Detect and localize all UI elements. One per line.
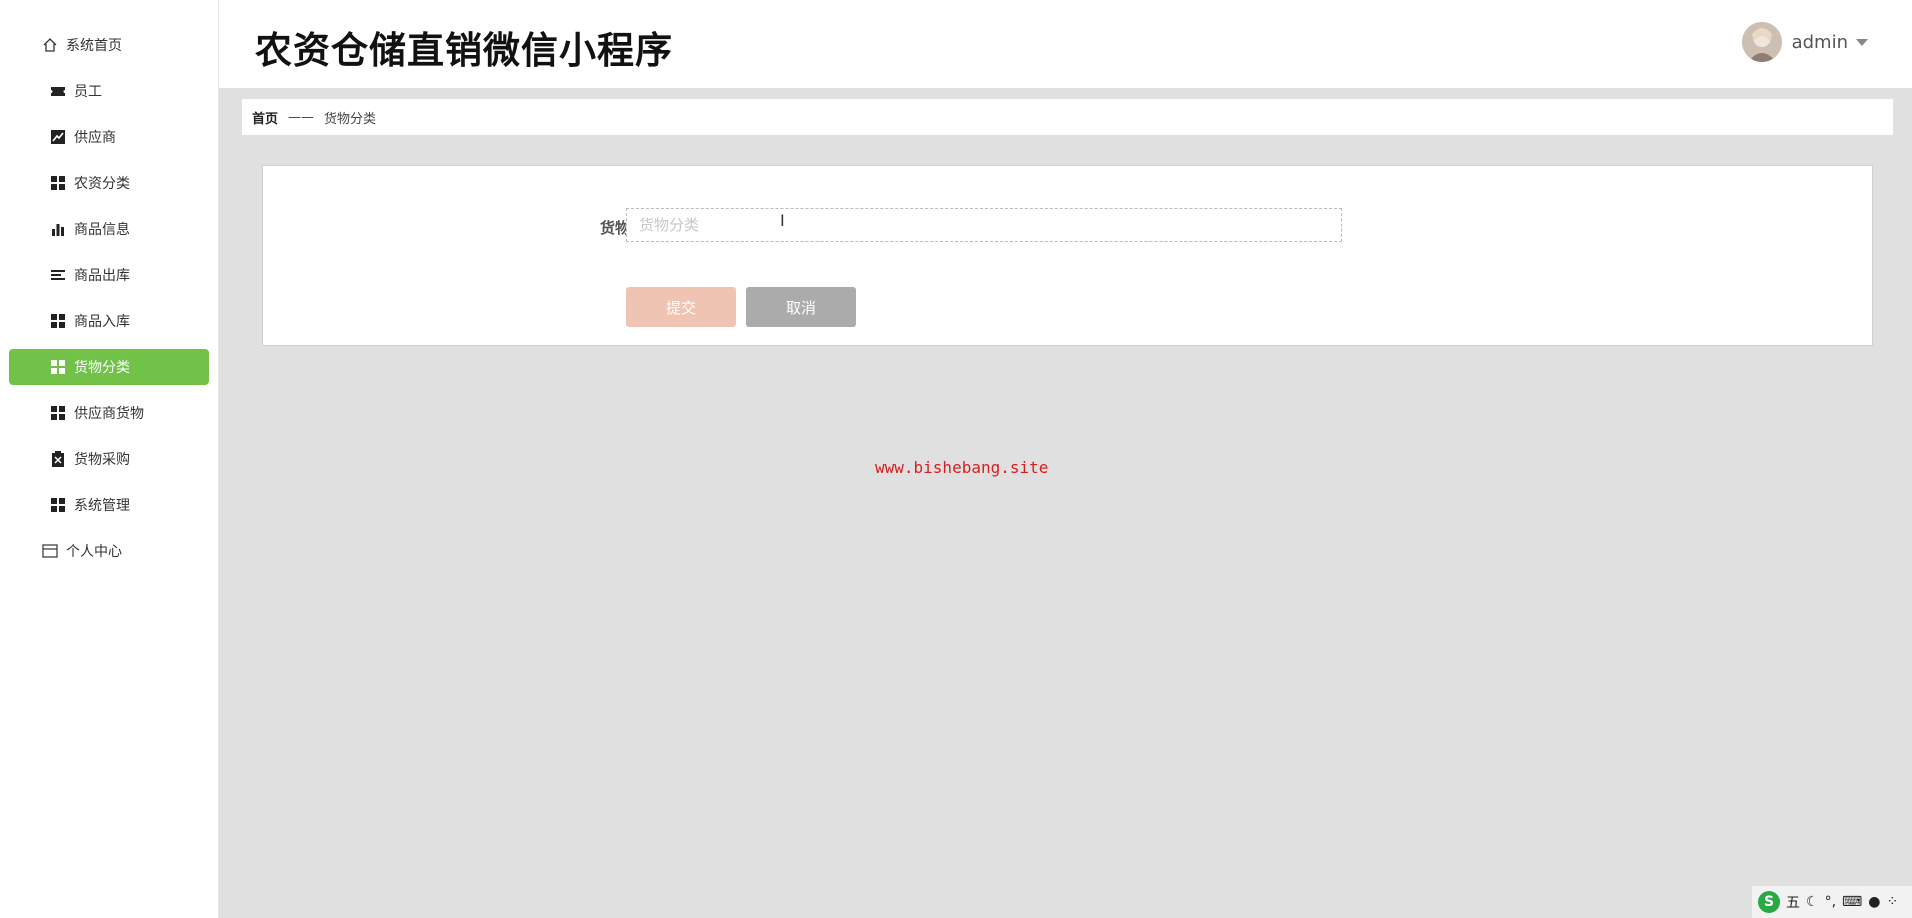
sidebar-item-label: 商品信息 — [74, 222, 130, 238]
moon-icon[interactable]: ☾ — [1806, 894, 1819, 910]
sidebar-item-inbound[interactable]: 商品入库 — [9, 303, 209, 339]
form-card: 货物分类 提交 取消 — [262, 165, 1873, 346]
sidebar-item-home[interactable]: 系统首页 — [9, 27, 209, 63]
watermark: www.bishebang.site — [875, 458, 1049, 477]
card-icon — [42, 543, 58, 559]
sidebar-item-label: 商品出库 — [74, 268, 130, 284]
list-icon — [50, 267, 66, 283]
grid-icon — [50, 497, 66, 513]
user-menu[interactable]: admin — [1741, 22, 1868, 62]
keyboard-icon[interactable]: ⌨ — [1842, 894, 1862, 910]
breadcrumb: 首页 —— 货物分类 — [242, 99, 1893, 135]
sidebar-item-purchase[interactable]: 货物采购 — [9, 441, 209, 477]
grid-icon — [50, 359, 66, 375]
username[interactable]: admin — [1792, 32, 1848, 53]
breadcrumb-separator: —— — [288, 109, 315, 125]
grid-icon — [50, 175, 66, 191]
goods-category-input[interactable] — [626, 208, 1342, 242]
sidebar-item-label: 货物分类 — [74, 360, 130, 376]
sidebar-item-goods-category[interactable]: 货物分类 — [9, 349, 209, 385]
grid-icon — [50, 313, 66, 329]
ticket-icon — [50, 83, 66, 99]
sidebar-item-label: 商品入库 — [74, 314, 130, 330]
sidebar-item-label: 个人中心 — [66, 544, 122, 560]
sidebar-item-outbound[interactable]: 商品出库 — [9, 257, 209, 293]
grid-icon — [50, 405, 66, 421]
sidebar-item-label: 供应商 — [74, 130, 116, 146]
user-icon[interactable]: ● — [1868, 894, 1880, 910]
chevron-down-icon[interactable] — [1856, 38, 1868, 46]
bar-chart-icon — [50, 221, 66, 237]
sidebar-item-profile[interactable]: 个人中心 — [9, 533, 209, 569]
apps-icon[interactable]: ⁘ — [1886, 894, 1898, 910]
sidebar-item-staff[interactable]: 员工 — [9, 73, 209, 109]
sidebar-item-product-info[interactable]: 商品信息 — [9, 211, 209, 247]
chart-icon — [50, 129, 66, 145]
sidebar-item-supplier-goods[interactable]: 供应商货物 — [9, 395, 209, 431]
clipboard-icon — [50, 451, 66, 467]
ime-mode-label[interactable]: 五 — [1786, 892, 1800, 912]
home-icon — [42, 37, 58, 53]
sidebar-item-supplier[interactable]: 供应商 — [9, 119, 209, 155]
header: 农资仓储直销微信小程序 admin — [219, 0, 1912, 88]
sidebar-item-label: 员工 — [74, 84, 102, 100]
ime-tray: S 五 ☾ °, ⌨ ● ⁘ — [1752, 886, 1912, 918]
text-cursor-icon: I — [780, 211, 785, 230]
sidebar-item-label: 农资分类 — [74, 176, 130, 192]
punctuation-icon[interactable]: °, — [1825, 894, 1836, 910]
ime-logo-icon[interactable]: S — [1758, 891, 1780, 913]
sidebar-item-label: 供应商货物 — [74, 406, 144, 422]
breadcrumb-home[interactable]: 首页 — [252, 108, 278, 127]
sidebar-item-system-admin[interactable]: 系统管理 — [9, 487, 209, 523]
sidebar-item-label: 货物采购 — [74, 452, 130, 468]
app-title: 农资仓储直销微信小程序 — [255, 29, 673, 72]
breadcrumb-current: 货物分类 — [324, 111, 377, 127]
sidebar-item-agri-category[interactable]: 农资分类 — [9, 165, 209, 201]
sidebar: 系统首页 员工 供应商 农资分类 商品信息 商品出库 商品入库 货物分类 供应商… — [0, 0, 219, 918]
cancel-button[interactable]: 取消 — [746, 287, 856, 327]
sidebar-item-label: 系统首页 — [66, 38, 122, 54]
sidebar-item-label: 系统管理 — [74, 498, 130, 514]
submit-button[interactable]: 提交 — [626, 287, 736, 327]
avatar[interactable] — [1741, 22, 1782, 62]
